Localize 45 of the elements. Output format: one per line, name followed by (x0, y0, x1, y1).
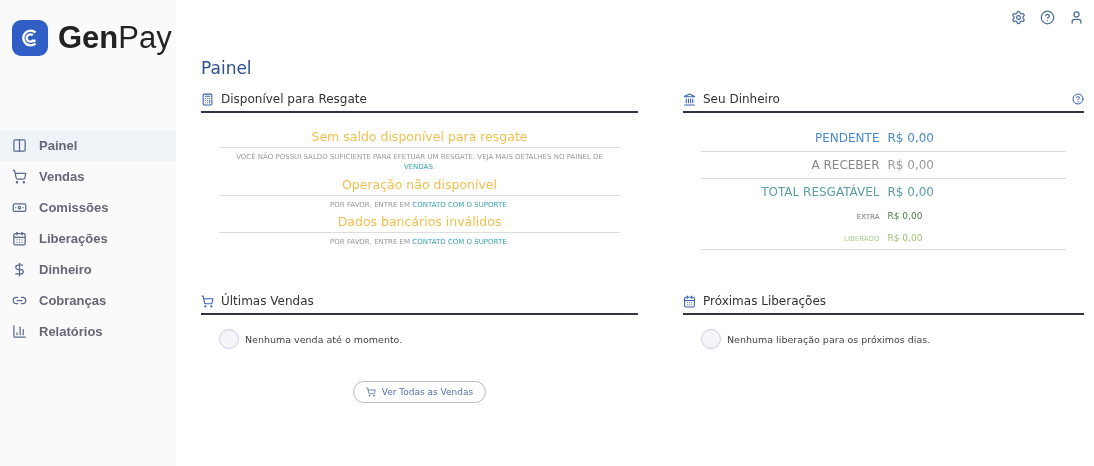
amount-label: A RECEBER (810, 158, 880, 172)
empty-icon (701, 329, 721, 350)
cart-icon (12, 169, 27, 184)
banknote-icon (12, 200, 27, 215)
amount-value: R$ 0,00 (887, 211, 924, 221)
card-title: Próximas Liberações (703, 294, 828, 309)
sidebar-item[interactable]: Cobranças (0, 285, 176, 316)
user-icon[interactable] (1069, 10, 1084, 25)
sidebar-item[interactable]: Vendas (0, 161, 176, 192)
message-title: Sem saldo disponível para resgate (219, 129, 620, 148)
bar-chart-icon (12, 324, 27, 339)
amount-value: R$ 0,00 (887, 233, 924, 243)
empty-message: Nenhuma liberação para os próximos dias. (727, 333, 931, 345)
amount-label: TOTAL RESGATÁVEL (760, 185, 880, 199)
brand-name: GenPay (58, 20, 172, 56)
calendar-icon (12, 231, 27, 246)
card-title: Disponível para Resgate (221, 92, 368, 106)
help-icon[interactable] (1040, 10, 1055, 25)
cart-icon (365, 387, 376, 398)
amount-value: R$ 0,00 (887, 185, 935, 199)
message-title: Dados bancários inválidos (219, 214, 620, 234)
amount-value: R$ 0,00 (887, 131, 935, 145)
sidebar-item[interactable]: Comissões (0, 192, 176, 223)
calendar-icon (683, 294, 696, 308)
sidebar-item[interactable]: Relatórios (0, 316, 176, 347)
dollar-icon (12, 262, 27, 277)
help-icon[interactable] (1072, 93, 1084, 105)
view-all-button[interactable]: Ver Todas as Vendas (352, 381, 487, 404)
message-title: Operação não disponível (219, 176, 620, 196)
empty-icon (219, 329, 239, 350)
card-title: Seu Dinheiro (703, 92, 781, 106)
amount-label: PENDENTE (814, 131, 880, 145)
page-title: Painel (201, 58, 253, 78)
cart-icon (201, 294, 214, 308)
book-icon (12, 138, 27, 153)
amount-value: R$ 0,00 (887, 158, 935, 172)
card-title: Últimas Vendas (221, 294, 315, 309)
sidebar-item[interactable]: Painel (0, 130, 176, 161)
calculator-icon (201, 92, 214, 106)
sidebar-item[interactable]: Dinheiro (0, 254, 176, 285)
logo-icon (12, 20, 48, 56)
bank-icon (683, 92, 696, 106)
settings-icon[interactable] (1011, 10, 1026, 25)
sidebar-item[interactable]: Liberações (0, 223, 176, 254)
empty-message: Nenhuma venda até o momento. (245, 333, 403, 345)
